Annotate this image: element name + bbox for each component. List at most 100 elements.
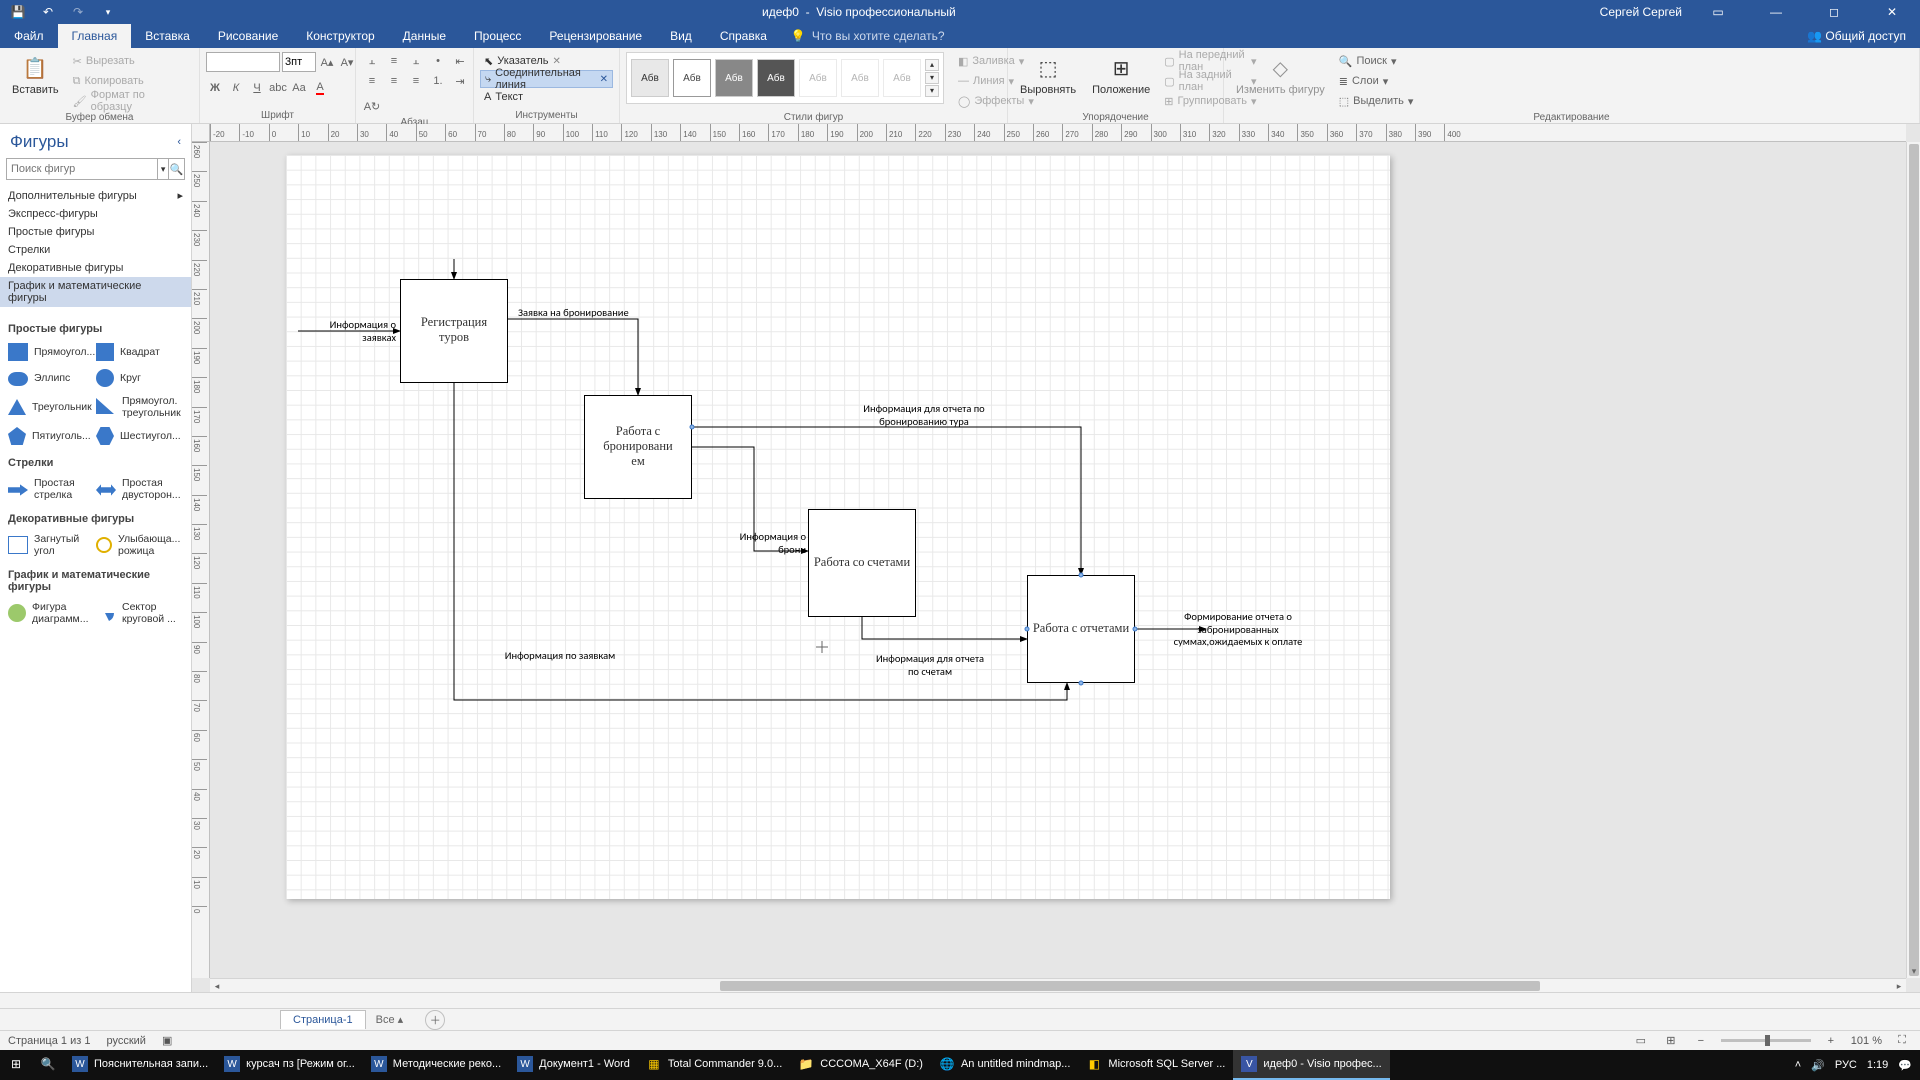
user-name[interactable]: Сергей Сергей	[1600, 5, 1682, 19]
scroll-down-icon[interactable]: ▾	[1907, 964, 1920, 978]
shapes-search-input[interactable]	[7, 159, 157, 179]
select-button[interactable]: ⬚ Выделить ▾	[1335, 92, 1418, 110]
canvas-viewport[interactable]: Регистрация туров Работа с бронировани е…	[210, 142, 1906, 978]
text-tool[interactable]: A Текст	[480, 88, 527, 106]
stencil-math[interactable]: График и математические фигуры	[0, 277, 191, 307]
diagram-text-a23[interactable]: Информация о брони	[706, 531, 806, 556]
shrink-font-button[interactable]: A▾	[338, 53, 356, 71]
zoom-in-button[interactable]: +	[1821, 1033, 1841, 1049]
status-language[interactable]: русский	[106, 1035, 145, 1047]
start-button[interactable]: ⊞	[0, 1050, 32, 1080]
scroll-left-icon[interactable]: ◂	[210, 979, 224, 993]
tab-home[interactable]: Главная	[58, 24, 132, 48]
cut-button[interactable]: ✂ Вырезать	[69, 52, 193, 70]
indent-inc-button[interactable]: ⇥	[450, 72, 470, 90]
tab-help[interactable]: Справка	[706, 24, 781, 48]
taskbar-item[interactable]: 📁CCCOMA_X64F (D:)	[790, 1050, 931, 1080]
taskbar-item[interactable]: ◧Microsoft SQL Server ...	[1078, 1050, 1233, 1080]
align-button[interactable]: ⬚ Выровнять	[1014, 52, 1082, 98]
shape-pie-slice[interactable]: Сектор круговой ...	[94, 597, 182, 629]
page-tab-1[interactable]: Страница-1	[280, 1010, 366, 1029]
gallery-up-icon[interactable]: ▴	[925, 59, 939, 71]
align-right-button[interactable]: ≡	[406, 72, 426, 90]
drawing-area[interactable]: -20-100102030405060708090100110120130140…	[192, 124, 1920, 992]
tray-notifications-icon[interactable]: 💬	[1898, 1059, 1912, 1072]
tab-file[interactable]: Файл	[0, 24, 58, 48]
grow-font-button[interactable]: A▴	[318, 53, 336, 71]
find-button[interactable]: 🔍 Поиск ▾	[1335, 52, 1418, 70]
share-button[interactable]: 👥 Общий доступ	[1807, 29, 1906, 43]
stencil-decorative[interactable]: Декоративные фигуры	[0, 259, 191, 277]
bullets-button[interactable]: •	[428, 52, 448, 70]
shape-styles-gallery[interactable]: Абв Абв Абв Абв Абв Абв Абв ▴ ▾ ▾	[626, 52, 944, 104]
taskbar-item[interactable]: WПояснительная запи...	[64, 1050, 216, 1080]
taskbar-item[interactable]: ▦Total Commander 9.0...	[638, 1050, 790, 1080]
search-button[interactable]: 🔍	[32, 1050, 64, 1080]
bold-button[interactable]: Ж	[206, 79, 224, 97]
gallery-down-icon[interactable]: ▾	[925, 72, 939, 84]
taskbar-item[interactable]: Wкурсач пз [Режим ог...	[216, 1050, 363, 1080]
redo-icon[interactable]: ↷	[68, 2, 88, 22]
shape-chart[interactable]: Фигура диаграмм...	[6, 597, 94, 629]
style-swatch[interactable]: Абв	[715, 59, 753, 97]
save-icon[interactable]: 💾	[8, 2, 28, 22]
font-color-button[interactable]: A	[311, 79, 329, 97]
tab-data[interactable]: Данные	[389, 24, 460, 48]
indent-dec-button[interactable]: ⇤	[450, 52, 470, 70]
rotate-text-button[interactable]: A↻	[362, 97, 382, 115]
tab-draw[interactable]: Рисование	[204, 24, 292, 48]
diagram-box-3[interactable]: Работа со счетами	[808, 509, 916, 617]
style-swatch[interactable]: Абв	[673, 59, 711, 97]
maximize-icon[interactable]: ◻	[1812, 0, 1856, 24]
shape-square[interactable]: Квадрат	[94, 339, 182, 365]
style-swatch[interactable]: Абв	[757, 59, 795, 97]
copy-button[interactable]: ⧉ Копировать	[69, 72, 193, 90]
shape-double-arrow[interactable]: Простая двусторон...	[94, 473, 182, 505]
tab-design[interactable]: Конструктор	[292, 24, 388, 48]
page-tab-all[interactable]: Все ▴	[366, 1010, 414, 1029]
scroll-right-icon[interactable]: ▸	[1892, 979, 1906, 993]
gallery-more-icon[interactable]: ▾	[925, 85, 939, 97]
minimize-icon[interactable]: ―	[1754, 0, 1798, 24]
shape-hexagon[interactable]: Шестиугол...	[94, 423, 182, 449]
qat-more-icon[interactable]: ▾	[98, 2, 118, 22]
stencil-express[interactable]: Экспресс-фигуры	[0, 205, 191, 223]
macro-record-icon[interactable]: ▣	[162, 1034, 172, 1047]
shape-arrow[interactable]: Простая стрелка	[6, 473, 94, 505]
hscroll-thumb[interactable]	[720, 981, 1540, 991]
tray-chevron-icon[interactable]: ˄	[1795, 1059, 1801, 1071]
layers-button[interactable]: ≣ Слои ▾	[1335, 72, 1418, 90]
tray-language[interactable]: РУС	[1835, 1059, 1857, 1071]
align-mid-button[interactable]: ≡	[384, 52, 404, 70]
font-family-select[interactable]	[206, 52, 280, 72]
paste-button[interactable]: 📋 Вставить	[6, 52, 65, 98]
style-swatch[interactable]: Абв	[799, 59, 837, 97]
zoom-slider[interactable]	[1721, 1039, 1811, 1042]
diagram-text-bot[interactable]: Информация по заявкам	[460, 650, 660, 663]
shape-folded-corner[interactable]: Загнутый угол	[6, 529, 94, 561]
align-top-button[interactable]: ⫠	[362, 52, 382, 70]
case-button[interactable]: Aa	[290, 79, 308, 97]
tab-view[interactable]: Вид	[656, 24, 706, 48]
shape-smiley[interactable]: Улыбающа... рожица	[94, 529, 182, 561]
stencil-basic[interactable]: Простые фигуры	[0, 223, 191, 241]
tell-me-search[interactable]: 💡 Что вы хотите сделать?	[791, 24, 945, 48]
style-swatch[interactable]: Абв	[883, 59, 921, 97]
position-button[interactable]: ⊞ Положение	[1086, 52, 1156, 98]
diagram-text-rep[interactable]: Информация для отчета по бронированию ту…	[824, 403, 1024, 428]
format-painter-button[interactable]: 🖌 Формат по образцу	[69, 92, 193, 110]
tab-insert[interactable]: Вставка	[131, 24, 204, 48]
align-left-button[interactable]: ≡	[362, 72, 382, 90]
more-shapes-item[interactable]: Дополнительные фигуры▸	[0, 186, 191, 205]
diagram-text-out[interactable]: Формирование отчета о забронированных су…	[1138, 611, 1338, 649]
tray-volume-icon[interactable]: 🔊	[1811, 1059, 1825, 1072]
vertical-scrollbar[interactable]: ▴ ▾	[1906, 142, 1920, 978]
taskbar-item-active[interactable]: Vидеф0 - Visio профес...	[1233, 1050, 1389, 1080]
taskbar-item[interactable]: 🌐An untitled mindmap...	[931, 1050, 1078, 1080]
align-bottom-button[interactable]: ⫠	[406, 52, 426, 70]
view-mode-icon[interactable]: ⊞	[1661, 1033, 1681, 1049]
ruler-vertical[interactable]: 2602502402302202102001901801701601501401…	[192, 142, 210, 978]
connector-tool[interactable]: ⤷ Соединительная линия✕	[480, 70, 613, 88]
diagram-text-acc[interactable]: Информация для отчета по счетам	[840, 653, 1020, 678]
zoom-out-button[interactable]: −	[1691, 1033, 1711, 1049]
